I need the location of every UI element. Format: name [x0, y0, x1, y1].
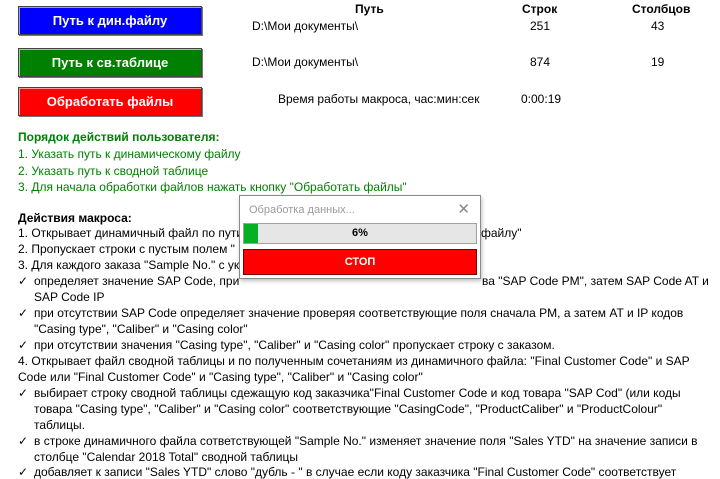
dyn-cols-value: 43 — [651, 19, 665, 33]
path-header: Путь — [355, 2, 384, 16]
pivot-table-path-button[interactable]: Путь к св.таблице — [18, 48, 202, 77]
macro-line-15: столбце "Calendar 2018 Total" сводной та… — [34, 450, 298, 464]
check-icon: ✓ — [18, 386, 29, 400]
check-icon: ✓ — [18, 338, 29, 352]
progress-percent: 6% — [352, 227, 368, 239]
macro-line-8: при отсутствии значения "Casing type", "… — [34, 338, 555, 352]
check-icon: ✓ — [18, 465, 29, 479]
macro-line-2: 2. Пропускает строки с пустым полем " — [18, 242, 235, 256]
pivot-cols-value: 19 — [651, 55, 665, 69]
check-icon: ✓ — [18, 306, 29, 320]
macro-line-3: 3. Для каждого заказа "Sample No." с ук — [18, 258, 240, 272]
macro-line-6: при отсутствии SAP Code определяет значе… — [34, 306, 684, 320]
pivot-rows-value: 874 — [530, 55, 551, 69]
dyn-file-path-button[interactable]: Путь к дин.файлу — [18, 6, 202, 35]
macro-line-9: 4. Открывает файл сводной таблицы и по п… — [18, 354, 690, 368]
runtime-value: 0:00:19 — [521, 92, 562, 106]
check-icon: ✓ — [18, 274, 29, 288]
user-step-3: 3. Для начала обработки файлов нажать кн… — [18, 180, 407, 194]
rows-header: Строк — [522, 2, 558, 16]
pivot-path-value: D:\Мои документы\ — [252, 55, 359, 69]
dyn-rows-value: 251 — [530, 19, 551, 33]
macro-line-16: добавляет к записи "Sales YTD" слово "ду… — [34, 465, 677, 479]
runtime-label: Время работы макроса, час:мин:сек — [278, 92, 480, 106]
user-steps-title: Порядок действий пользователя: — [18, 130, 220, 144]
stop-button[interactable]: СТОП — [243, 249, 477, 275]
progress-bar: 6% — [243, 223, 477, 244]
progress-dialog: Обработка данных... ✕ 6% СТОП — [239, 195, 481, 279]
macro-line-13: таблицы. — [34, 418, 85, 432]
cols-header: Столбцов — [632, 2, 691, 16]
macro-line-10: Code или "Final Customer Code" и "Casing… — [18, 370, 423, 384]
macro-line-7: "Casing type", "Caliber" и "Casing color… — [34, 322, 248, 336]
macro-line-12: товара "Casing type", "Caliber" и "Casin… — [34, 402, 663, 416]
macro-line-1-tail: файлу" — [481, 226, 522, 240]
macro-actions-title: Действия макроса: — [18, 211, 132, 225]
macro-line-4-tail: ва "SAP Code PM", затем SAP Code AT и — [482, 274, 709, 288]
process-files-button[interactable]: Обработать файлы — [18, 87, 202, 116]
macro-line-4: определяет значение SAP Code, при — [34, 274, 240, 288]
user-step-1: 1. Указать путь к динамическому файлу — [18, 147, 241, 161]
macro-line-5: SAP Code IP — [34, 290, 105, 304]
user-step-2: 2. Указать путь к сводной таблице — [18, 164, 209, 178]
check-icon: ✓ — [18, 434, 29, 448]
macro-line-11: выбирает строку сводной таблицы сдежащую… — [34, 386, 681, 400]
dialog-title: Обработка данных... — [249, 204, 355, 216]
macro-line-14: в строке динамичного файла сответствующе… — [34, 434, 698, 448]
macro-line-1: 1. Открывает динамичный файл по пути — [18, 226, 244, 240]
dyn-path-value: D:\Мои документы\ — [252, 19, 359, 33]
close-icon[interactable]: ✕ — [457, 200, 470, 218]
